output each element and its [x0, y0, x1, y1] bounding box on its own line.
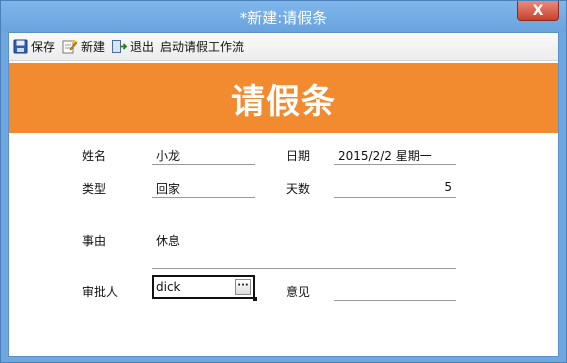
days-label: 天数 [286, 182, 311, 196]
reason-field[interactable]: 休息 [156, 232, 180, 249]
selection-handle [253, 297, 257, 301]
exit-button[interactable]: 退出 [111, 38, 154, 55]
name-field[interactable]: 小龙 [156, 147, 180, 164]
close-button[interactable]: X [517, 1, 559, 21]
opinion-underline [334, 300, 456, 301]
save-button[interactable]: 保存 [13, 38, 55, 55]
approver-label: 审批人 [82, 285, 119, 299]
new-document-icon [62, 39, 78, 54]
type-field[interactable]: 回家 [156, 180, 180, 197]
days-field[interactable]: 5 [334, 180, 452, 194]
floppy-disk-icon [13, 39, 28, 54]
title-bar[interactable]: *新建:请假条 X [1, 1, 566, 32]
date-underline [334, 164, 456, 165]
exit-label: 退出 [130, 40, 155, 54]
window-title: *新建:请假条 [239, 9, 328, 27]
new-button[interactable]: 新建 [61, 38, 105, 55]
form-title: 请假条 [231, 81, 336, 122]
exit-door-icon [112, 40, 128, 53]
reason-underline [152, 268, 456, 269]
opinion-label: 意见 [286, 285, 311, 299]
client-area: 保存 新建 退出 启动请假工作流 请假条 姓名 小龙 日期 2015/2/2 星… [8, 32, 559, 357]
days-underline [334, 197, 456, 198]
form-banner: 请假条 [9, 63, 558, 133]
date-field[interactable]: 2015/2/2 星期一 [338, 147, 432, 164]
window: *新建:请假条 X 保存 新建 退出 启动请假工作流 请假条 姓名 小龙 日期 … [0, 0, 567, 363]
type-underline [152, 197, 255, 198]
toolbar: 保存 新建 退出 启动请假工作流 [9, 33, 558, 61]
date-label: 日期 [286, 149, 311, 163]
reason-label: 事由 [82, 234, 107, 248]
approver-field[interactable]: ··· [152, 275, 255, 299]
type-label: 类型 [82, 182, 107, 196]
save-label: 保存 [31, 40, 56, 54]
start-workflow-label: 启动请假工作流 [160, 40, 245, 54]
approver-lookup-button[interactable]: ··· [235, 279, 251, 295]
name-underline [152, 164, 255, 165]
approver-input[interactable] [156, 279, 232, 295]
start-workflow-button[interactable]: 启动请假工作流 [160, 38, 244, 55]
name-label: 姓名 [82, 149, 107, 163]
new-label: 新建 [81, 40, 106, 54]
